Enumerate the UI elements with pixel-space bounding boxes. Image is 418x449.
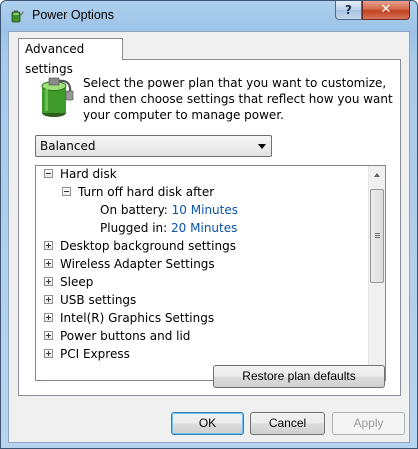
advanced-settings-panel: Select the power plan that you want to c… xyxy=(18,59,401,396)
tree-item-label: Turn off hard disk after xyxy=(78,185,215,199)
grip-icon xyxy=(375,233,380,234)
close-button[interactable]: ✕ xyxy=(362,1,410,20)
battery-plug-icon xyxy=(41,77,74,117)
tree-item-plugged-in[interactable]: Plugged in: 20 Minutes xyxy=(100,219,300,237)
tree-content: Hard disk Turn off hard disk after On ba… xyxy=(36,166,370,380)
setting-value[interactable]: 20 Minutes xyxy=(171,221,237,235)
tree-item-label: Hard disk xyxy=(60,167,117,181)
power-plan-select[interactable]: Balanced xyxy=(35,135,272,157)
tree-item-label: Wireless Adapter Settings xyxy=(60,257,215,271)
expand-icon[interactable] xyxy=(44,259,53,268)
window-title: Power Options xyxy=(32,8,114,22)
expand-icon[interactable] xyxy=(44,331,53,340)
setting-label: Plugged in: xyxy=(100,221,168,235)
tree-item-label: Intel(R) Graphics Settings xyxy=(60,311,215,325)
chevron-down-icon[interactable] xyxy=(258,144,266,149)
dialog-body: Advanced settings Select the power plan … xyxy=(8,31,410,443)
vertical-scrollbar[interactable] xyxy=(368,166,385,380)
expand-icon[interactable] xyxy=(44,349,53,358)
setting-value[interactable]: 10 Minutes xyxy=(172,203,238,217)
tree-item-on-battery[interactable]: On battery: 10 Minutes xyxy=(100,201,300,219)
tab-advanced-settings[interactable]: Advanced settings xyxy=(18,38,123,76)
scroll-thumb[interactable] xyxy=(370,189,384,283)
power-options-window: Power Options ? ✕ Advanced settings Sele… xyxy=(0,0,418,449)
ok-button[interactable]: OK xyxy=(171,412,244,435)
expand-icon[interactable] xyxy=(44,277,53,286)
tree-item-label: PCI Express xyxy=(60,347,130,361)
intro-text: Select the power plan that you want to c… xyxy=(83,76,393,122)
scroll-up-button[interactable] xyxy=(369,166,385,183)
collapse-icon[interactable] xyxy=(44,169,53,178)
expand-icon[interactable] xyxy=(44,313,53,322)
settings-tree[interactable]: Hard disk Turn off hard disk after On ba… xyxy=(35,165,386,381)
expand-icon[interactable] xyxy=(44,241,53,250)
help-button[interactable]: ? xyxy=(335,1,362,20)
setting-label: On battery: xyxy=(100,203,168,217)
tree-item-label: USB settings xyxy=(60,293,137,307)
tree-item-label: Sleep xyxy=(60,275,94,289)
collapse-icon[interactable] xyxy=(62,187,71,196)
cancel-button[interactable]: Cancel xyxy=(250,412,325,435)
tree-item-label: Power buttons and lid xyxy=(60,329,191,343)
expand-icon[interactable] xyxy=(44,295,53,304)
apply-button[interactable]: Apply xyxy=(332,412,405,435)
restore-plan-defaults-button[interactable]: Restore plan defaults xyxy=(213,365,385,388)
power-plan-value: Balanced xyxy=(40,139,96,153)
power-options-icon xyxy=(11,10,24,23)
tree-item-label: Desktop background settings xyxy=(60,239,236,253)
title-bar[interactable]: Power Options ? ✕ xyxy=(1,1,417,31)
